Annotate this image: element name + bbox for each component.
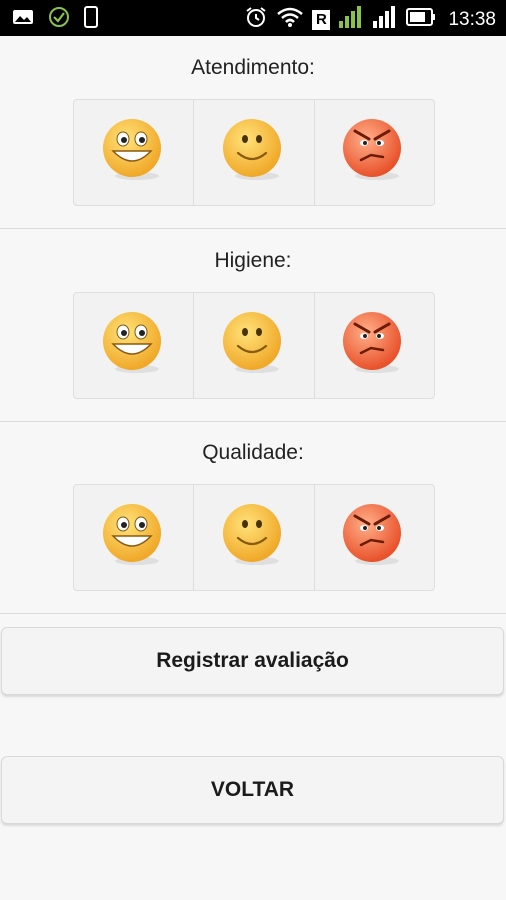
section-title: Atendimento: [191,56,315,79]
rating-options [73,292,435,399]
grinning-face-icon [101,117,167,188]
wifi-icon [276,6,304,33]
back-button[interactable]: VOLTAR [1,756,504,824]
rating-option-neutral[interactable] [194,293,315,398]
rating-section-atendimento: Atendimento: [0,36,506,229]
section-title: Higiene: [214,249,292,272]
rating-option-happy[interactable] [74,293,195,398]
angry-face-icon [341,117,407,188]
phone-icon [84,6,98,33]
signal-icon-2 [372,5,398,34]
register-rating-button[interactable]: Registrar avaliação [1,627,504,695]
alarm-icon [244,5,268,34]
angry-face-icon [341,310,407,381]
rating-option-angry[interactable] [315,293,434,398]
rating-options [73,484,435,591]
rating-option-angry[interactable] [315,485,434,590]
rating-section-qualidade: Qualidade: [0,421,506,614]
smiling-face-icon [221,502,287,573]
angry-face-icon [341,502,407,573]
smiling-face-icon [221,117,287,188]
gallery-icon [12,8,34,31]
rating-option-happy[interactable] [74,485,195,590]
roaming-icon: R [312,9,331,30]
rating-section-higiene: Higiene: [0,229,506,422]
battery-icon [406,8,436,31]
signal-icon [338,5,364,34]
rating-options [73,99,435,206]
section-title: Qualidade: [202,441,304,464]
smiling-face-icon [221,310,287,381]
clock: 13:38 [448,8,496,30]
grinning-face-icon [101,310,167,381]
rating-option-neutral[interactable] [194,485,315,590]
grinning-face-icon [101,502,167,573]
check-circle-icon [48,6,70,33]
rating-option-neutral[interactable] [194,100,315,205]
rating-option-happy[interactable] [74,100,195,205]
status-bar: R 13:38 [0,0,506,36]
rating-option-angry[interactable] [315,100,434,205]
